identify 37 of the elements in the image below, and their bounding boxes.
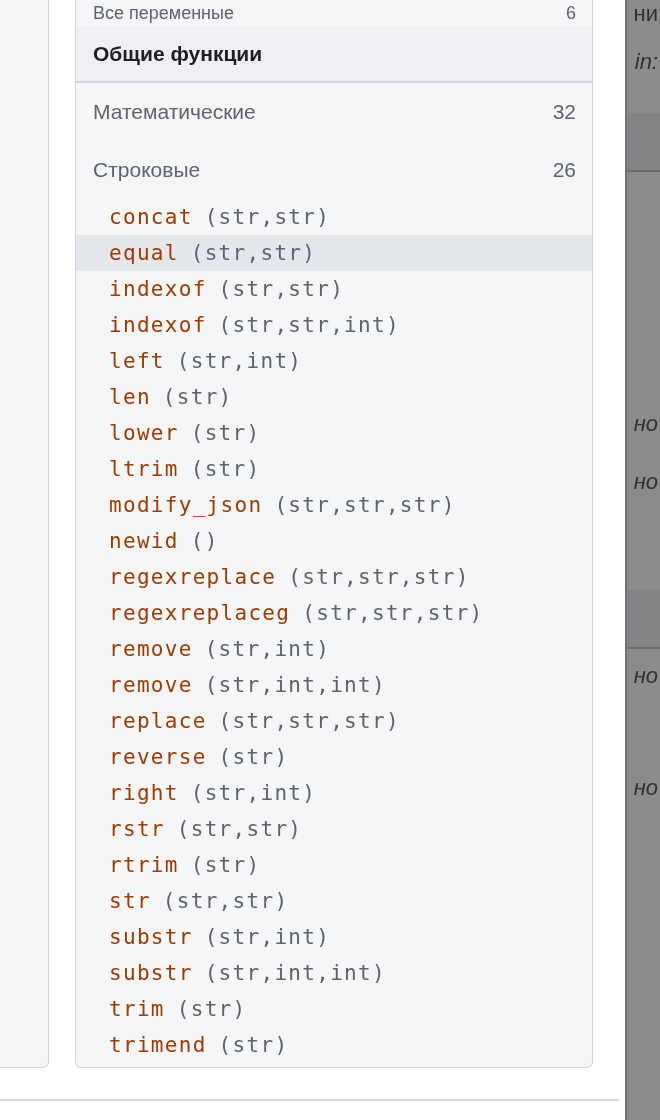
category-label[interactable]: Строковые [93, 158, 201, 182]
function-item[interactable]: newid () [76, 523, 592, 559]
function-item[interactable]: rstr (str,str) [76, 811, 592, 847]
function-item[interactable]: trim (str) [76, 991, 592, 1027]
function-item[interactable]: concat (str,str) [76, 199, 592, 235]
function-item[interactable]: rtrim (str) [76, 847, 592, 883]
function-item[interactable]: indexof (str,str,int) [76, 307, 592, 343]
function-item[interactable]: equal (str,str) [76, 235, 592, 271]
background-text: но [633, 774, 658, 802]
function-item[interactable]: reverse (str) [76, 739, 592, 775]
background-text: но [633, 410, 658, 438]
function-item[interactable]: modify_json (str,str,str) [76, 487, 592, 523]
function-item[interactable]: str (str,str) [76, 883, 592, 919]
function-item[interactable]: trimend (str) [76, 1027, 592, 1063]
function-item[interactable]: indexof (str,str) [76, 271, 592, 307]
function-item[interactable]: remove (str,int,int) [76, 667, 592, 703]
function-item[interactable]: ltrim (str) [76, 451, 592, 487]
function-item[interactable]: regexreplace (str,str,str) [76, 559, 592, 595]
function-item[interactable]: len (str) [76, 379, 592, 415]
category-count: 26 [552, 158, 576, 182]
category-count: 32 [552, 100, 576, 124]
function-item[interactable]: substr (str,int,int) [76, 955, 592, 991]
category-label[interactable]: Все переменные [93, 2, 234, 24]
background-text: in: [634, 48, 658, 76]
background-text: но [633, 468, 658, 496]
function-item[interactable]: left (str,int) [76, 343, 592, 379]
function-item[interactable]: lower (str) [76, 415, 592, 451]
function-item[interactable]: regexreplaceg (str,str,str) [76, 595, 592, 631]
background-text: но [633, 662, 658, 690]
background-text: ни [633, 0, 658, 28]
function-item[interactable]: substr (str,int) [76, 919, 592, 955]
section-header: Общие функции [76, 26, 592, 83]
function-item[interactable]: right (str,int) [76, 775, 592, 811]
category-count: 6 [566, 2, 576, 24]
category-label[interactable]: Математические [93, 100, 256, 124]
function-item[interactable]: replace (str,str,str) [76, 703, 592, 739]
function-item[interactable]: remove (str,int) [76, 631, 592, 667]
